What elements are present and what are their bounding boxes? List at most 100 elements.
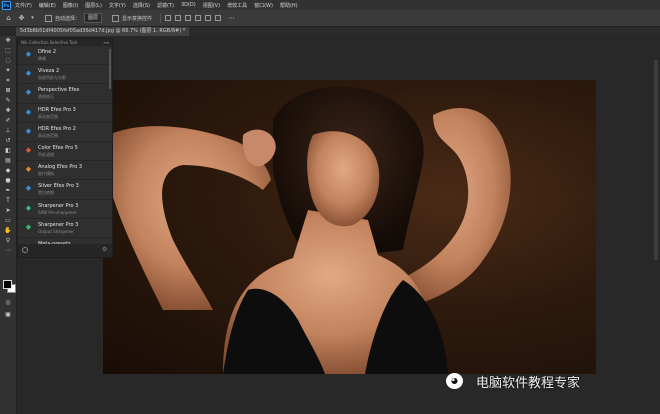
perspective-icon: ◆: [25, 88, 32, 97]
plugin-name: Sharpener Pro 3: [38, 221, 79, 228]
sharpener3-output-icon: ◆: [25, 222, 32, 231]
plugin-item[interactable]: ◆ Silver Efex Pro 3 黑白转换: [18, 180, 112, 200]
plugin-item[interactable]: ◆ Sharpener Pro 3 RAW Pre-sharpener: [18, 200, 112, 219]
plugin-subtitle: 降噪: [38, 56, 46, 61]
eyedropper-tool-icon[interactable]: ✎: [0, 96, 16, 106]
menu-select[interactable]: 选择(S): [133, 2, 150, 9]
quick-mask-icon[interactable]: ◎: [0, 298, 16, 308]
align-vcenter-icon[interactable]: [175, 15, 182, 21]
hdr2-icon: ◆: [25, 126, 32, 135]
tools-panel: ✥ ⬚ ◌ ✦ ⌗ ⊠ ✎ ✚ ✐ ⊥ ↺ ◧ ▤ ◆ ● ✒ T ➤ ▭ ✋ …: [0, 36, 17, 414]
silver-efex3-icon: ◆: [25, 184, 32, 193]
plugin-name: Perspective Efex: [38, 87, 80, 94]
marquee-tool-icon[interactable]: ⬚: [0, 46, 16, 56]
zoom-tool-icon[interactable]: ⚲: [0, 236, 16, 246]
type-tool-icon[interactable]: T: [0, 196, 16, 206]
menu-layer[interactable]: 图层(L): [85, 2, 102, 9]
crop-tool-icon[interactable]: ⌗: [0, 76, 16, 86]
plugin-name: Sharpener Pro 3: [38, 202, 79, 209]
plugin-subtitle: 透视校正: [38, 94, 54, 100]
align-top-icon[interactable]: [165, 15, 172, 21]
menu-filter[interactable]: 滤镜(T): [157, 2, 174, 9]
plugin-name: Color Efex Pro 5: [38, 144, 78, 151]
menu-window[interactable]: 窗口(W): [254, 2, 273, 9]
more-options-icon[interactable]: ⋯: [227, 14, 236, 23]
chevron-down-icon[interactable]: ▾: [30, 14, 35, 23]
hand-tool-icon[interactable]: ✋: [0, 226, 16, 236]
menu-view[interactable]: 视图(V): [203, 2, 220, 9]
plugin-item[interactable]: ◆ Sharpener Pro 3 Output Sharpener: [18, 219, 112, 238]
photoshop-logo-icon: Ps: [2, 0, 11, 10]
plugin-name: Dfine 2: [38, 49, 57, 55]
watermark: ◕ 电脑软件教程专家: [446, 370, 646, 394]
align-hcenter-icon[interactable]: [205, 15, 212, 21]
menu-bar: Ps 文件(F) 编辑(E) 图像(I) 图层(L) 文字(Y) 选择(S) 滤…: [0, 0, 660, 10]
plugin-item[interactable]: ◆ HDR Efex Pro 3 高动态范围: [18, 104, 112, 123]
plugin-subtitle: 高动态范围: [38, 113, 58, 119]
plugin-subtitle: 胶片模拟: [38, 171, 54, 177]
divider: [160, 13, 162, 23]
menu-edit[interactable]: 编辑(E): [39, 2, 56, 9]
object-select-tool-icon[interactable]: ✦: [0, 66, 16, 76]
nik-collection-panel: Nik Collection Selective Tool »≡ ◆ Dfine …: [17, 38, 113, 258]
document-tab[interactable]: 5d3b6b51df4005fef05ad36d417d.jpg @ 66.7%…: [16, 27, 190, 36]
dodge-tool-icon[interactable]: ●: [0, 176, 16, 186]
plugin-item[interactable]: ◆ Color Efex Pro 5 色彩滤镜: [18, 142, 112, 162]
auto-select-checkbox[interactable]: [45, 14, 52, 22]
plugin-name: HDR Efex Pro 2: [38, 125, 76, 132]
brush-tool-icon[interactable]: ✐: [0, 116, 16, 126]
auto-select-label: 自动选择：: [55, 15, 81, 22]
menu-type[interactable]: 文字(Y): [109, 2, 126, 9]
plugin-name: Silver Efex Pro 3: [38, 183, 79, 190]
plugin-name: HDR Efex Pro 3: [38, 106, 76, 113]
screen-mode-icon[interactable]: ▣: [0, 310, 16, 320]
lasso-tool-icon[interactable]: ◌: [0, 56, 16, 66]
layer-select-dropdown[interactable]: 图层: [84, 13, 103, 23]
blur-tool-icon[interactable]: ◆: [0, 166, 16, 176]
plugin-subtitle: 高动态范围: [38, 132, 58, 138]
eraser-tool-icon[interactable]: ◧: [0, 146, 16, 156]
align-left-icon[interactable]: [195, 15, 202, 21]
menu-file[interactable]: 文件(F): [15, 2, 32, 9]
transform-controls-checkbox[interactable]: [112, 14, 120, 22]
path-select-tool-icon[interactable]: ➤: [0, 206, 16, 216]
portrait-photo: [108, 86, 511, 374]
align-bottom-icon[interactable]: [185, 15, 192, 21]
plugin-name: Viveza 2: [38, 68, 60, 75]
plugin-item[interactable]: ◆ Dfine 2 降噪: [18, 46, 112, 66]
panel-title: Nik Collection Selective Tool: [21, 40, 78, 45]
document-image[interactable]: [103, 80, 596, 374]
settings-gear-icon[interactable]: ⚙: [102, 247, 108, 253]
panel-scrollbar[interactable]: [109, 49, 111, 89]
watermark-text: 电脑软件教程专家: [476, 376, 581, 391]
plugin-item[interactable]: ◆ Analog Efex Pro 3 胶片模拟: [18, 161, 112, 181]
align-right-icon[interactable]: [215, 15, 222, 21]
frame-tool-icon[interactable]: ⊠: [0, 86, 16, 96]
hdr3-icon: ◆: [25, 107, 32, 116]
menu-image[interactable]: 图像(I): [63, 2, 78, 9]
gradient-tool-icon[interactable]: ▤: [0, 156, 16, 166]
plugin-subtitle: Output Sharpener: [38, 228, 74, 234]
plugin-item[interactable]: ◆ HDR Efex Pro 2 高动态范围: [18, 123, 112, 142]
panel-controls[interactable]: »≡: [103, 39, 109, 46]
menu-3d[interactable]: 3D(D): [181, 2, 196, 8]
move-tool-icon[interactable]: ✥: [17, 14, 26, 23]
panel-header[interactable]: Nik Collection Selective Tool »≡: [18, 39, 112, 46]
info-icon[interactable]: [22, 247, 28, 253]
menu-plugins[interactable]: 增效工具: [227, 2, 247, 9]
more-tools-icon[interactable]: ⋯: [0, 246, 16, 256]
plugin-item[interactable]: ◆ Viveza 2 局部色彩与光影: [18, 65, 112, 85]
menu-help[interactable]: 帮助(H): [280, 2, 298, 9]
shape-tool-icon[interactable]: ▭: [0, 216, 16, 226]
move-tool-icon[interactable]: ✥: [0, 36, 16, 46]
plugin-subtitle: 黑白转换: [38, 190, 54, 196]
healing-brush-tool-icon[interactable]: ✚: [0, 106, 16, 116]
color-swatches[interactable]: [3, 280, 16, 293]
clone-stamp-tool-icon[interactable]: ⊥: [0, 126, 16, 136]
plugin-item[interactable]: ◆ Perspective Efex 透视校正: [18, 84, 112, 104]
pen-tool-icon[interactable]: ✒: [0, 186, 16, 196]
home-icon[interactable]: ⌂: [4, 14, 13, 23]
history-brush-tool-icon[interactable]: ↺: [0, 136, 16, 146]
vertical-scrollbar[interactable]: [654, 60, 658, 260]
foreground-color-swatch[interactable]: [3, 280, 12, 289]
